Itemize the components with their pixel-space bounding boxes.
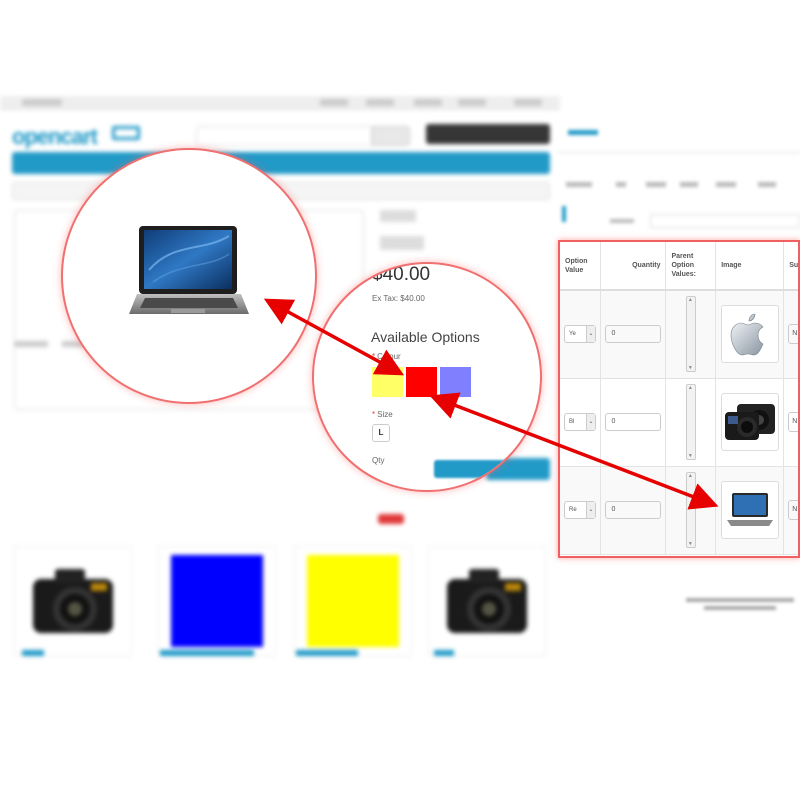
quantity-input[interactable]: 0: [605, 413, 662, 431]
header-image: Image: [715, 242, 785, 291]
header-parent-option-values: Parent Option Values:: [665, 242, 717, 291]
option-values-table: Option Value Quantity Parent Option Valu…: [560, 242, 798, 555]
thumb-link[interactable]: [434, 650, 454, 656]
admin-footer: [686, 598, 794, 614]
laptop-icon: [129, 226, 249, 314]
option-image[interactable]: [720, 305, 779, 364]
admin-background: [558, 120, 800, 230]
option-image[interactable]: [720, 393, 779, 451]
size-option-button[interactable]: L: [372, 424, 390, 442]
thumb-link[interactable]: [296, 650, 358, 656]
header-quantity: Quantity: [600, 242, 667, 291]
store-logo[interactable]: opencart: [12, 124, 98, 150]
thumb-camera-2[interactable]: [428, 546, 546, 656]
red-badge: [378, 514, 404, 524]
header-option-value: Option Value: [560, 242, 602, 291]
thumb-link[interactable]: [22, 650, 44, 656]
required-asterisk: *: [372, 410, 376, 419]
screenshot-root: opencart Option Value Quantity Parent Op…: [0, 0, 800, 800]
parent-option-values-list[interactable]: [685, 296, 696, 373]
product-title: [380, 236, 424, 250]
zoom-circle-product-image: [61, 148, 317, 404]
option-value-text: Bl: [569, 419, 575, 425]
table-row: Re ⌄ 0 N: [560, 466, 798, 555]
parent-option-values-list[interactable]: [685, 472, 696, 548]
product-price: $40.00: [372, 264, 431, 285]
required-asterisk: *: [372, 352, 376, 361]
header-subtract-stock: Subt Stoc: [783, 242, 798, 291]
option-values-table-panel: Option Value Quantity Parent Option Valu…: [558, 240, 800, 558]
add-to-cart-button[interactable]: [434, 460, 540, 478]
product-actions[interactable]: [380, 210, 416, 222]
main-menu-bar[interactable]: [12, 152, 550, 174]
apple-logo-icon: [730, 313, 764, 356]
thumb-camera-1[interactable]: [14, 546, 132, 656]
option-value-select[interactable]: Re ⌄: [564, 501, 596, 519]
table-row: Bl ⌄ 0 N: [560, 378, 798, 467]
option-value-select[interactable]: Ye ⌄: [564, 325, 596, 344]
chevron-down-icon: ⌄: [586, 414, 595, 430]
quantity-input[interactable]: 0: [605, 325, 662, 344]
top-bar: [0, 96, 560, 110]
qty-label: Qty: [372, 456, 385, 465]
search-button[interactable]: [372, 126, 410, 146]
camera-icon: [33, 569, 113, 633]
subtract-stock-select[interactable]: N: [788, 500, 798, 520]
thumb-blue[interactable]: [158, 546, 276, 656]
colour-label: * Colour: [372, 352, 401, 361]
thumb-yellow[interactable]: [294, 546, 412, 656]
parent-option-values-list[interactable]: [685, 384, 696, 460]
search-input[interactable]: [196, 126, 372, 146]
zoom-circle-options: $40.00 Ex Tax: $40.00 Available Options …: [312, 262, 542, 492]
camera-icon: [447, 569, 527, 633]
option-value-text: Ye: [569, 331, 576, 338]
colour-swatch-blue[interactable]: [440, 367, 471, 397]
subtract-stock-select[interactable]: N: [788, 324, 798, 345]
available-options-heading: Available Options: [371, 329, 480, 345]
subtract-stock-select[interactable]: N: [788, 412, 798, 432]
store-logo-cart-icon: [112, 126, 140, 140]
chevron-down-icon: ⌄: [586, 326, 595, 343]
colour-label-text: Colour: [377, 352, 401, 361]
option-image[interactable]: [720, 481, 779, 539]
yellow-swatch-image: [307, 555, 399, 647]
camera-icon: [724, 404, 775, 440]
laptop-icon: [726, 493, 773, 526]
option-value-text: Re: [569, 507, 577, 513]
chevron-down-icon: ⌄: [586, 502, 595, 518]
size-label: * Size: [372, 410, 393, 419]
colour-swatch-red[interactable]: [406, 367, 437, 397]
quantity-input[interactable]: 0: [605, 501, 662, 519]
thumb-link[interactable]: [160, 650, 254, 656]
cart-button[interactable]: [426, 124, 550, 144]
table-row: Ye ⌄ 0 N: [560, 290, 798, 379]
colour-swatch-yellow[interactable]: [372, 367, 403, 397]
ex-tax-price: Ex Tax: $40.00: [372, 294, 425, 303]
blue-swatch-image: [171, 555, 263, 647]
size-label-text: Size: [377, 410, 393, 419]
option-value-select[interactable]: Bl ⌄: [564, 413, 596, 431]
